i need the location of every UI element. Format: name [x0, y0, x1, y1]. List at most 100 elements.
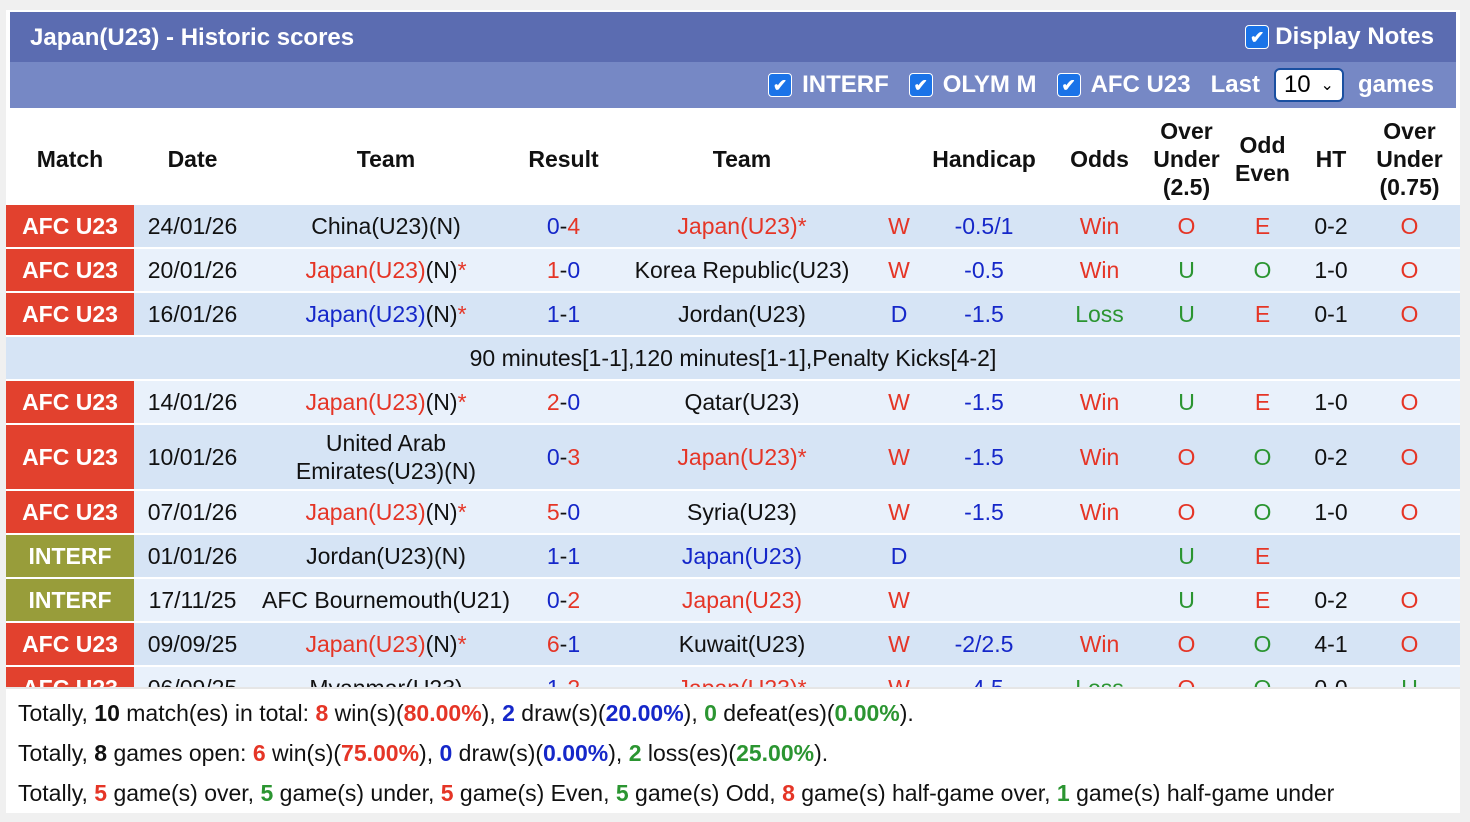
away-team-name[interactable]: Kuwait(U23) [679, 631, 806, 657]
table-row: AFC U23 09/09/25 Japan(U23)(N)* 6-1 Kuwait(U… [6, 622, 1460, 667]
handicap [920, 578, 1048, 623]
odds-result: Loss [1048, 292, 1151, 337]
outcome: D [878, 292, 920, 337]
away-team-cell: Kuwait(U23) [606, 622, 878, 667]
over-under-075: O [1359, 424, 1460, 491]
league-badge[interactable]: INTERF [6, 534, 134, 579]
col-ou25-line1: Over [1160, 118, 1213, 144]
away-team-name[interactable]: Jordan(U23) [678, 301, 806, 327]
col-match[interactable]: Match [6, 113, 134, 205]
home-team-name[interactable]: Japan(U23) [305, 389, 425, 415]
league-badge[interactable]: AFC U23 [6, 424, 134, 491]
neutral-marker: (N) [425, 257, 458, 283]
away-team-cell: Qatar(U23) [606, 380, 878, 425]
league-badge[interactable]: AFC U23 [6, 490, 134, 535]
league-badge[interactable]: AFC U23 [6, 380, 134, 425]
league-badge[interactable]: AFC U23 [6, 622, 134, 667]
col-ou075-line1: Over [1383, 118, 1436, 144]
over-under-25: O [1151, 205, 1222, 249]
result-cell[interactable]: 0-3 [521, 424, 606, 491]
filter-olym-m[interactable]: ✔ OLYM M [908, 71, 1037, 99]
odd-even: E [1222, 205, 1303, 249]
outcome: W [878, 578, 920, 623]
s1-8: draw(s)( [514, 700, 606, 726]
away-team-name[interactable]: Japan(U23) [682, 543, 802, 569]
odds-result: Win [1048, 248, 1151, 293]
away-team-name[interactable]: Korea Republic(U23) [635, 257, 850, 283]
home-team-name[interactable]: Jordan(U23)(N) [306, 543, 466, 569]
home-team-name[interactable]: Japan(U23) [305, 301, 425, 327]
home-team-cell: Japan(U23)(N)* [251, 490, 521, 535]
home-team-name[interactable]: Japan(U23) [305, 631, 425, 657]
half-time-score: 0-2 [1303, 424, 1359, 491]
result-cell[interactable]: 1-1 [521, 534, 606, 579]
filter-olym-m-checkbox[interactable]: ✔ [908, 73, 933, 97]
filter-interf[interactable]: ✔ INTERF [768, 71, 889, 99]
result-cell[interactable]: 6-1 [521, 622, 606, 667]
filter-afc-u23-checkbox[interactable]: ✔ [1056, 73, 1081, 97]
home-team-name[interactable]: Japan(U23) [305, 499, 425, 525]
away-score: 0 [567, 499, 581, 525]
home-team-name[interactable]: United Arab Emirates(U23)(N) [296, 430, 476, 484]
display-notes-toggle[interactable]: ✔ Display Notes [1245, 23, 1434, 51]
half-time-score: 0-1 [1303, 292, 1359, 337]
display-notes-label: Display Notes [1275, 23, 1434, 50]
odds-result [1048, 578, 1151, 623]
outcome: D [878, 534, 920, 579]
result-cell[interactable]: 1-0 [521, 248, 606, 293]
home-team-name[interactable]: China(U23)(N) [311, 213, 461, 239]
result-cell[interactable]: 0-2 [521, 578, 606, 623]
away-team-name[interactable]: Qatar(U23) [684, 389, 799, 415]
match-date: 17/11/25 [134, 578, 251, 623]
home-team-name[interactable]: Japan(U23) [305, 257, 425, 283]
odds-result: Win [1048, 622, 1151, 667]
result-cell[interactable]: 1-1 [521, 292, 606, 337]
summary-line-1: Totally, 10 match(es) in total: 8 win(s)… [18, 693, 1334, 733]
league-badge[interactable]: INTERF [6, 578, 134, 623]
home-score: 1 [546, 301, 560, 327]
match-date: 14/01/26 [134, 380, 251, 425]
over-under-075: O [1359, 622, 1460, 667]
summary-box: Totally, 10 match(es) in total: 8 win(s)… [6, 687, 1460, 813]
away-team-name[interactable]: Japan(U23) [682, 587, 802, 613]
away-team-name[interactable]: Syria(U23) [687, 499, 797, 525]
s2-10: ), [608, 740, 629, 766]
half-time-score: 0-2 [1303, 578, 1359, 623]
display-notes-checkbox[interactable]: ✔ [1245, 25, 1270, 49]
league-badge[interactable]: AFC U23 [6, 292, 134, 337]
neutral-marker: (N) [425, 301, 458, 327]
filters: ✔ INTERF ✔ OLYM M ✔ AFC U23 Last 10 ⌄ ga… [768, 68, 1434, 102]
result-cell[interactable]: 5-0 [521, 490, 606, 535]
league-badge[interactable]: AFC U23 [6, 205, 134, 249]
away-team-name[interactable]: Japan(U23) [677, 213, 797, 239]
away-score: 1 [567, 543, 581, 569]
s2-11: 2 [628, 740, 642, 766]
filter-interf-checkbox[interactable]: ✔ [768, 73, 793, 97]
away-score: 0 [567, 389, 581, 415]
filter-afc-u23[interactable]: ✔ AFC U23 [1056, 71, 1191, 99]
col-date[interactable]: Date [134, 113, 251, 205]
last-games-select[interactable]: 10 ⌄ [1273, 68, 1344, 102]
table-row: INTERF 17/11/25 AFC Bournemouth(U21) 0-2 Jap… [6, 578, 1460, 623]
s3-7: 5 [615, 780, 629, 806]
s3-5: 5 [440, 780, 454, 806]
odd-even: E [1222, 534, 1303, 579]
half-time-score: 1-0 [1303, 380, 1359, 425]
odds-result: Win [1048, 424, 1151, 491]
league-badge[interactable]: AFC U23 [6, 248, 134, 293]
result-cell[interactable]: 0-4 [521, 205, 606, 249]
odds-result [1048, 534, 1151, 579]
table-row: AFC U23 24/01/26 China(U23)(N) 0-4 Japan(U23… [6, 205, 1460, 249]
odd-even: O [1222, 622, 1303, 667]
home-team-cell: Japan(U23)(N)* [251, 622, 521, 667]
result-cell[interactable]: 2-0 [521, 380, 606, 425]
match-date: 16/01/26 [134, 292, 251, 337]
over-under-075: O [1359, 578, 1460, 623]
away-team-name[interactable]: Japan(U23) [677, 444, 797, 470]
s1-0: Totally, [18, 700, 95, 726]
home-team-name[interactable]: AFC Bournemouth(U21) [262, 587, 510, 613]
summary: Totally, 10 match(es) in total: 8 win(s)… [18, 693, 1334, 813]
away-score: 1 [567, 631, 581, 657]
scores-table: Match Date Team Result Team Handicap Odd… [6, 113, 1460, 711]
s2-2: games open: [107, 740, 253, 766]
